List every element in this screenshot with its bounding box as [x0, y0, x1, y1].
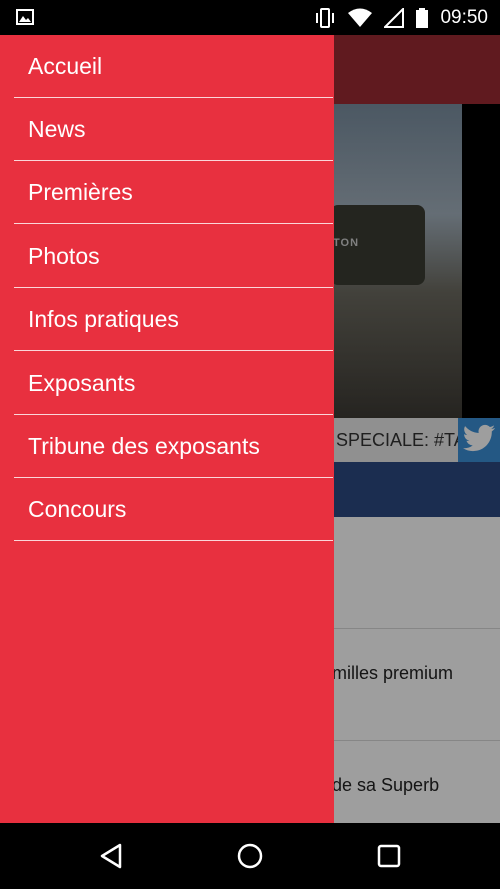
signal-icon	[384, 8, 405, 28]
navigation-drawer: Accueil News Premières Photos Infos prat…	[0, 35, 334, 823]
vibrate-icon	[316, 8, 335, 28]
menu-item-label: Tribune des exposants	[28, 433, 260, 459]
menu-item-concours[interactable]: Concours	[14, 478, 333, 541]
menu-item-label: Accueil	[28, 53, 103, 79]
back-icon[interactable]	[96, 841, 126, 871]
menu-item-infos-pratiques[interactable]: Infos pratiques	[14, 288, 333, 351]
menu-item-label: Photos	[28, 243, 100, 269]
menu-item-accueil[interactable]: Accueil	[14, 35, 333, 98]
menu-item-tribune-des-exposants[interactable]: Tribune des exposants	[14, 415, 333, 478]
menu-item-label: Concours	[28, 496, 127, 522]
menu-item-label: Infos pratiques	[28, 306, 179, 332]
status-bar: 09:50	[0, 0, 500, 35]
wifi-icon	[348, 8, 373, 27]
battery-icon	[416, 8, 429, 28]
menu-item-label: Exposants	[28, 370, 136, 396]
menu-item-label: News	[28, 116, 86, 142]
recents-icon[interactable]	[374, 841, 404, 871]
menu-item-label: Premières	[28, 179, 133, 205]
menu-item-exposants[interactable]: Exposants	[14, 352, 333, 415]
image-notification-icon	[16, 9, 34, 25]
menu-item-photos[interactable]: Photos	[14, 225, 333, 288]
status-time: 09:50	[440, 7, 488, 28]
system-navigation-bar	[0, 823, 500, 889]
menu-item-premieres[interactable]: Premières	[14, 161, 333, 224]
home-icon[interactable]	[235, 841, 265, 871]
menu-item-news[interactable]: News	[14, 98, 333, 161]
